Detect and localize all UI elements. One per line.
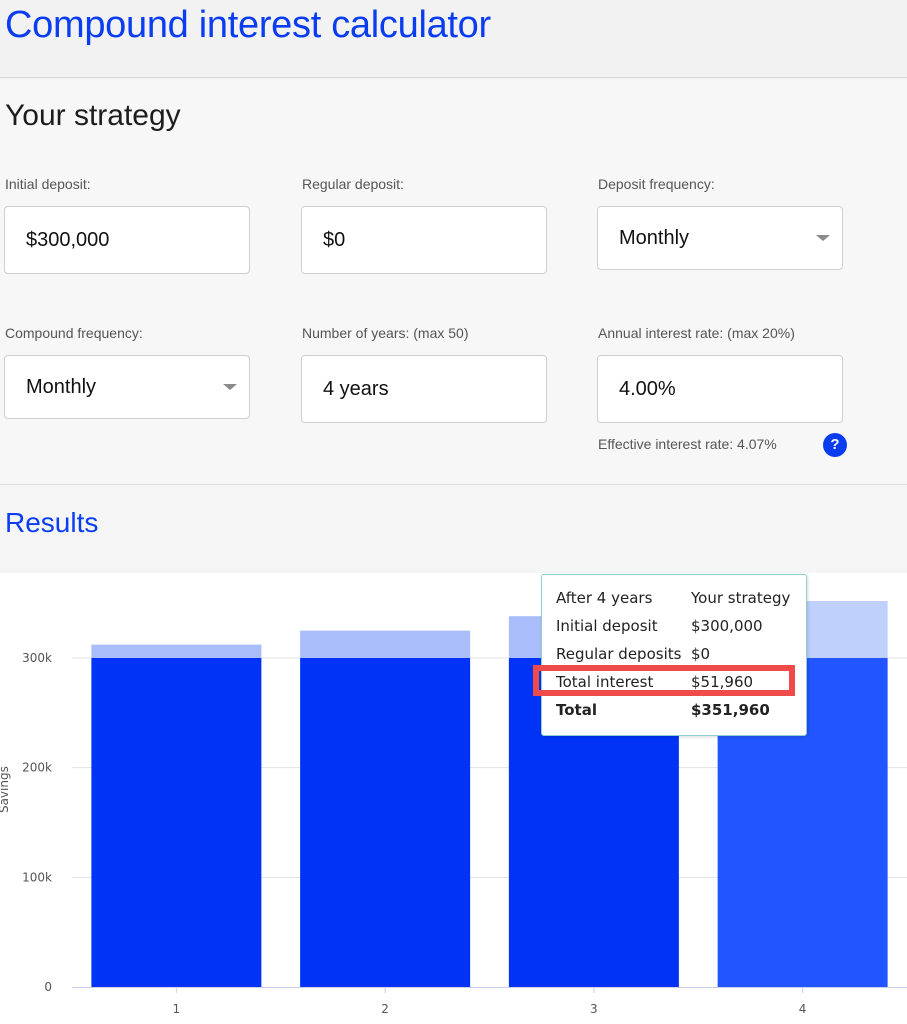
x-tick-label: 4: [799, 1002, 807, 1016]
tooltip-header-label: After 4 years: [556, 589, 653, 607]
interest-rate-value: 4.00%: [619, 378, 676, 400]
tooltip-total-row: Total $351,960: [556, 701, 796, 725]
x-tick-label: 1: [173, 1002, 181, 1016]
initial-deposit-input[interactable]: $300,000: [4, 206, 250, 274]
years-input[interactable]: 4 years: [301, 355, 547, 423]
bar-interest: [300, 630, 471, 658]
bar-initial-deposit: [300, 658, 471, 987]
y-tick-label: 0: [44, 980, 52, 994]
deposit-frequency-label: Deposit frequency:: [598, 176, 715, 192]
tooltip-header-value: Your strategy: [691, 589, 791, 607]
tooltip-row-label: Initial deposit: [556, 617, 658, 635]
years-value: 4 years: [323, 378, 389, 400]
y-tick-label: 200k: [22, 761, 52, 775]
compound-frequency-value: Monthly: [26, 376, 97, 398]
results-title: Results: [5, 507, 99, 538]
years-label: Number of years: (max 50): [302, 325, 469, 341]
x-tick-label: 2: [381, 1002, 389, 1016]
title-bar: Compound interest calculator: [0, 0, 907, 78]
strategy-title: Your strategy: [5, 99, 181, 132]
strategy-panel: Your strategy Initial deposit: $300,000 …: [0, 79, 907, 485]
regular-deposit-value: $0: [323, 229, 346, 251]
initial-deposit-label: Initial deposit:: [5, 176, 91, 192]
highlight-box: [533, 665, 795, 696]
bar-interest: [91, 644, 262, 658]
chevron-down-icon: [223, 384, 237, 390]
y-tick-label: 100k: [22, 870, 52, 884]
y-tick-label: 300k: [22, 651, 52, 665]
y-axis-label: Savings: [0, 766, 11, 813]
initial-deposit-value: $300,000: [26, 229, 110, 251]
regular-deposit-input[interactable]: $0: [301, 206, 547, 274]
tooltip-total-label: Total: [556, 701, 597, 719]
deposit-frequency-select[interactable]: Monthly: [597, 206, 843, 270]
bar-initial-deposit: [91, 658, 262, 987]
regular-deposit-label: Regular deposit:: [302, 176, 404, 192]
tooltip-row-value: $300,000: [691, 617, 763, 635]
interest-rate-input[interactable]: 4.00%: [597, 355, 843, 423]
chart-tooltip: After 4 years Your strategy Initial depo…: [541, 574, 807, 736]
page-title: Compound interest calculator: [5, 4, 491, 46]
tooltip-row-label: Regular deposits: [556, 645, 682, 663]
deposit-frequency-value: Monthly: [619, 227, 690, 249]
x-tick-label: 3: [590, 1002, 598, 1016]
tooltip-total-value: $351,960: [691, 701, 770, 719]
compound-frequency-label: Compound frequency:: [5, 325, 143, 341]
effective-rate-text: Effective interest rate: 4.07%: [598, 436, 777, 452]
help-icon[interactable]: ?: [823, 433, 847, 457]
tooltip-row-value: $0: [691, 645, 711, 663]
tooltip-header-row: After 4 years Your strategy: [556, 589, 796, 613]
tooltip-row: Initial deposit $300,000: [556, 617, 796, 641]
chevron-down-icon: [816, 235, 830, 241]
interest-rate-label: Annual interest rate: (max 20%): [598, 325, 795, 341]
compound-frequency-select[interactable]: Monthly: [4, 355, 250, 419]
